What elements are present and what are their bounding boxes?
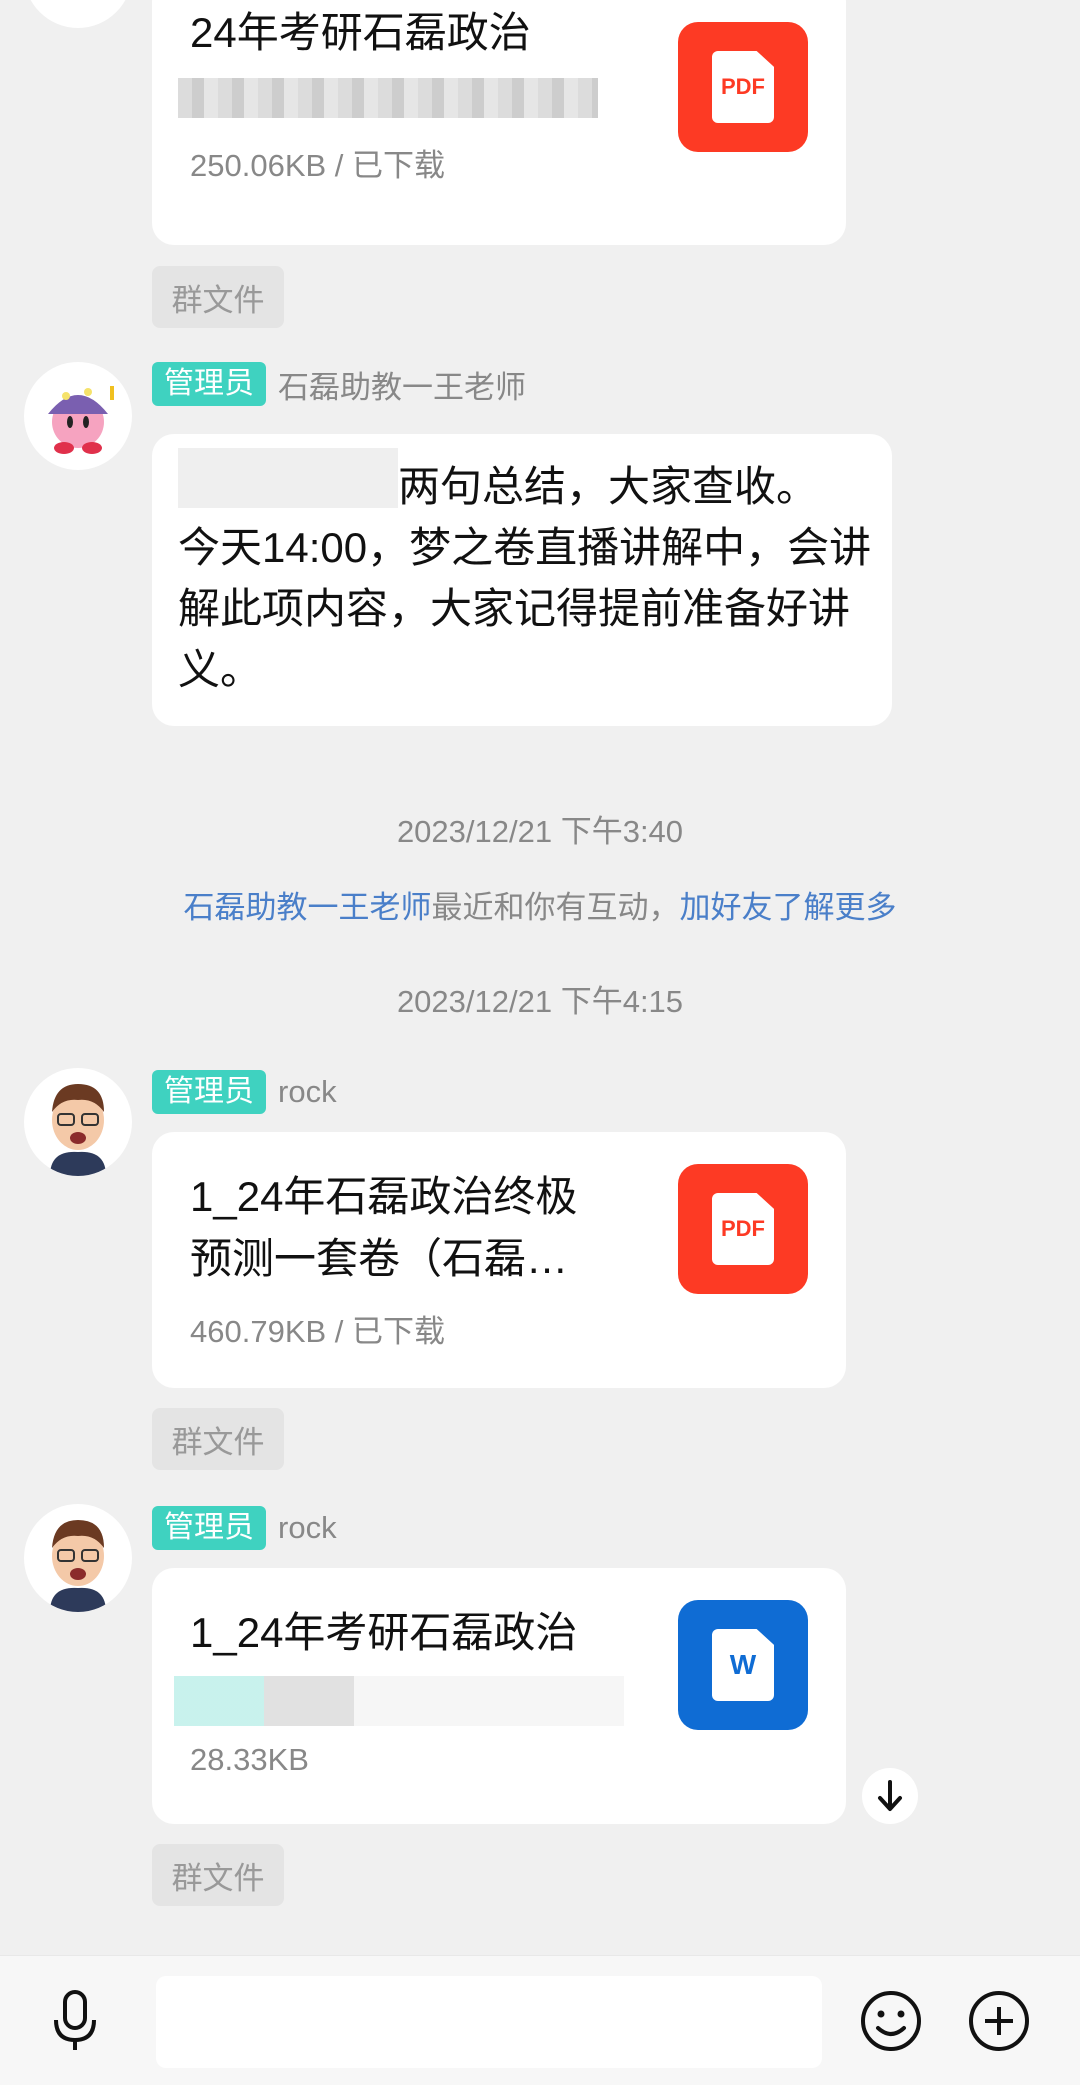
pdf-file-icon: PDF	[678, 1164, 808, 1294]
redacted-text	[178, 78, 598, 118]
arrow-down-icon	[878, 1780, 902, 1811]
admin-badge: 管理员	[152, 362, 266, 406]
cartoon-man-avatar-icon	[50, 1084, 106, 1176]
avatar-rock[interactable]	[24, 1504, 132, 1612]
sender-line: 管理员 石磊助教一王老师	[152, 362, 526, 406]
file-title-line1: 1_24年石磊政治终极	[190, 1173, 578, 1220]
chat-input-bar	[0, 1955, 1080, 2085]
plus-circle-icon[interactable]	[960, 1982, 1038, 2060]
avatar-partial[interactable]	[24, 0, 132, 28]
sender-line: 管理员 rock	[152, 1506, 337, 1550]
file-title: 24年考研石磊政治	[190, 9, 531, 56]
timestamp: 2023/12/21 下午4:15	[396, 984, 684, 1019]
smiley-icon[interactable]	[852, 1982, 930, 2060]
group-file-tag[interactable]: 群文件	[152, 266, 284, 328]
file-message-bubble[interactable]: 1_24年石磊政治终极 预测一套卷（石磊… 460.79KB / 已下载 PDF	[152, 1132, 846, 1388]
notice-text: 最近和你有互动，	[431, 890, 680, 925]
add-friend-link[interactable]: 加好友了解更多	[680, 890, 897, 925]
avatar-assistant[interactable]	[24, 362, 132, 470]
message-input[interactable]	[156, 1976, 822, 2068]
file-meta: 250.06KB / 已下载	[190, 148, 446, 183]
file-meta: 28.33KB	[190, 1742, 309, 1777]
redacted-text	[178, 448, 398, 508]
file-message-bubble[interactable]: 1_24年考研石磊政治 28.33KB W	[152, 1568, 846, 1824]
redacted-text	[174, 1676, 624, 1726]
sender-name[interactable]: rock	[278, 1510, 337, 1546]
cartoon-man-avatar-icon	[50, 1520, 106, 1612]
file-message-bubble[interactable]: 24年考研石磊政治 250.06KB / 已下载 PDF	[152, 0, 846, 245]
admin-badge: 管理员	[152, 1070, 266, 1114]
kirby-avatar-icon	[48, 386, 114, 454]
notice-name-link[interactable]: 石磊助教一王老师	[184, 890, 432, 925]
file-title-line1: 1_24年考研石磊政治	[190, 1609, 578, 1656]
file-meta: 460.79KB / 已下载	[190, 1314, 446, 1349]
admin-badge: 管理员	[152, 1506, 266, 1550]
group-file-tag[interactable]: 群文件	[152, 1408, 284, 1470]
friend-suggestion-notice: 石磊助教一王老师最近和你有互动，加好友了解更多	[0, 882, 1080, 927]
file-title-line2: 预测一套卷（石磊…	[190, 1235, 569, 1282]
text-message-bubble[interactable]: 两句总结，大家查收。 今天14:00，梦之卷直播讲解中，会讲解此项内容，大家记得…	[152, 434, 892, 726]
sender-line: 管理员 rock	[152, 1070, 337, 1114]
sender-name[interactable]: rock	[278, 1074, 337, 1110]
microphone-icon[interactable]	[36, 1982, 114, 2060]
sender-name[interactable]: 石磊助教一王老师	[278, 362, 526, 407]
timestamp: 2023/12/21 下午3:40	[396, 814, 684, 849]
group-file-tag[interactable]: 群文件	[152, 1844, 284, 1906]
pdf-file-icon: PDF	[678, 22, 808, 152]
message-text-rest: 今天14:00，梦之卷直播讲解中，会讲解此项内容，大家记得提前准备好讲义。	[178, 524, 872, 693]
avatar-rock[interactable]	[24, 1068, 132, 1176]
word-file-icon: W	[678, 1600, 808, 1730]
scroll-to-bottom-button[interactable]	[862, 1768, 918, 1824]
